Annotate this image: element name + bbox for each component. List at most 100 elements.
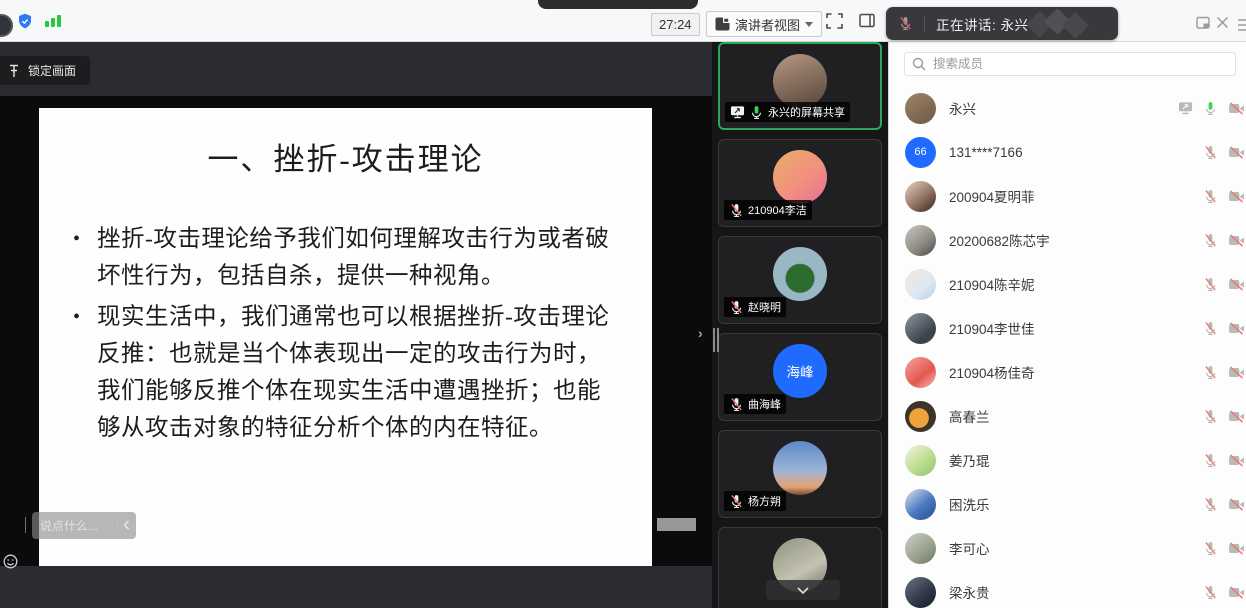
mic-muted-icon	[1203, 497, 1218, 512]
member-status-icons[interactable]	[1203, 365, 1245, 380]
network-signal-icon[interactable]	[45, 15, 61, 27]
menu-icon[interactable]	[1238, 19, 1246, 31]
participant-avatar	[773, 54, 827, 108]
camera-muted-icon	[1228, 410, 1245, 423]
close-icon[interactable]	[1216, 16, 1229, 29]
participant-thumbnail[interactable]: 赵晓明	[718, 236, 882, 324]
mic-muted-icon	[729, 397, 744, 412]
security-shield-icon[interactable]	[17, 13, 33, 30]
member-status-icons[interactable]	[1203, 189, 1245, 204]
camera-muted-icon	[1228, 190, 1245, 203]
mic-on-icon	[1203, 101, 1218, 116]
search-members-input[interactable]	[904, 52, 1236, 76]
floating-toolbar	[538, 0, 698, 9]
member-status-icons[interactable]	[1203, 409, 1245, 424]
layout-icon	[715, 17, 730, 31]
mic-muted-icon	[729, 300, 744, 315]
member-status-icons[interactable]	[1203, 145, 1245, 160]
participant-thumbnail[interactable]: 海峰曲海峰	[718, 333, 882, 421]
member-avatar	[905, 269, 936, 300]
chevron-down-icon	[805, 22, 813, 27]
popout-panel-icon[interactable]	[1196, 16, 1211, 30]
thumbnail-name-label: 杨方朔	[724, 491, 786, 511]
member-row[interactable]: 永兴	[889, 86, 1246, 130]
member-status-icons[interactable]	[1203, 277, 1245, 292]
participant-thumbnail[interactable]: 210904李洁	[718, 139, 882, 227]
emoji-icon[interactable]	[3, 554, 18, 569]
member-row[interactable]: 66131****7166	[889, 130, 1246, 174]
member-status-icons[interactable]	[1203, 321, 1245, 336]
scroll-down-button[interactable]	[766, 580, 840, 600]
member-row[interactable]: 高春兰	[889, 394, 1246, 438]
participant-name: 杨方朔	[748, 493, 781, 509]
member-row[interactable]: 梁永贵	[889, 570, 1246, 608]
meeting-timer: 27:24	[651, 13, 700, 36]
member-list: 永兴66131****7166200904夏明菲20200682陈芯宇21090…	[889, 86, 1246, 608]
lock-view-button[interactable]: 锁定画面	[0, 56, 90, 85]
divider	[924, 16, 925, 32]
member-status-icons[interactable]	[1203, 233, 1245, 248]
member-row[interactable]: 李可心	[889, 526, 1246, 570]
member-avatar	[905, 357, 936, 388]
mic-muted-icon	[1203, 365, 1218, 380]
member-avatar	[905, 533, 936, 564]
participant-thumbnail[interactable]: 杨方朔	[718, 430, 882, 518]
fullscreen-icon[interactable]	[826, 13, 843, 29]
chat-placeholder: 说点什么...	[40, 517, 115, 534]
participant-name: 永兴的屏幕共享	[768, 104, 845, 120]
pin-icon	[8, 64, 20, 78]
search-icon	[912, 57, 926, 71]
mic-muted-icon	[1203, 585, 1218, 600]
member-name: 210904杨佳奇	[949, 362, 1203, 382]
member-name: 李可心	[949, 538, 1203, 558]
thumbnail-name-label: 曲海峰	[724, 394, 786, 414]
member-row[interactable]: 210904杨佳奇	[889, 350, 1246, 394]
member-row[interactable]: 20200682陈芯宇	[889, 218, 1246, 262]
member-row[interactable]: 210904陈辛妮	[889, 262, 1246, 306]
sidebar-toggle-icon[interactable]	[859, 13, 875, 28]
camera-muted-icon	[1228, 234, 1245, 247]
member-row[interactable]: 困洗乐	[889, 482, 1246, 526]
member-status-icons[interactable]	[1203, 585, 1245, 600]
member-status-icons[interactable]	[1203, 497, 1245, 512]
member-name: 困洗乐	[949, 494, 1203, 514]
camera-muted-icon	[1228, 366, 1245, 379]
camera-muted-icon	[1228, 542, 1245, 555]
member-avatar	[905, 313, 936, 344]
member-row[interactable]: 210904李世佳	[889, 306, 1246, 350]
scrollbar-thumb[interactable]	[657, 518, 696, 531]
camera-muted-icon	[1228, 278, 1245, 291]
panel-splitter-handle[interactable]	[713, 328, 719, 352]
member-row[interactable]: 姜乃琨	[889, 438, 1246, 482]
chat-bar: 说点什么...	[3, 511, 136, 539]
member-status-icons[interactable]	[1178, 101, 1245, 116]
camera-muted-icon	[1228, 146, 1245, 159]
participant-thumbnail[interactable]: 永兴的屏幕共享	[718, 42, 882, 130]
camera-muted-icon	[1228, 586, 1245, 599]
screen-share-icon	[1178, 101, 1193, 115]
camera-muted-icon	[1228, 498, 1245, 511]
participant-avatar	[773, 150, 827, 204]
slide-bullet: 挫折-攻击理论给予我们如何理解攻击行为或者破坏性行为，包括自杀，提供一种视角。	[73, 221, 624, 295]
member-name: 永兴	[949, 98, 1178, 118]
view-mode-button[interactable]: 演讲者视图	[706, 11, 822, 37]
thumbnail-name-label: 赵晓明	[724, 297, 786, 317]
chat-input[interactable]: 说点什么...	[32, 512, 136, 539]
member-row[interactable]: 200904夏明菲	[889, 174, 1246, 218]
chevron-right-icon[interactable]: ›	[698, 325, 703, 341]
app-icon	[0, 14, 13, 37]
thumbnail-name-label: 210904李洁	[724, 200, 812, 220]
chevron-left-icon[interactable]	[123, 520, 130, 530]
member-status-icons[interactable]	[1203, 541, 1245, 556]
mic-muted-icon	[1203, 409, 1218, 424]
screen-share-icon	[730, 105, 745, 119]
shared-screen-stage: 一、挫折-攻击理论 挫折-攻击理论给予我们如何理解攻击行为或者破坏性行为，包括自…	[0, 42, 712, 608]
divider	[117, 518, 118, 532]
member-status-icons[interactable]	[1203, 453, 1245, 468]
slide-bullets: 挫折-攻击理论给予我们如何理解攻击行为或者破坏性行为，包括自杀，提供一种视角。 …	[39, 221, 652, 447]
member-avatar	[905, 181, 936, 212]
participant-avatar	[773, 247, 827, 301]
member-name: 高春兰	[949, 406, 1203, 426]
camera-muted-icon	[1228, 322, 1245, 335]
participant-thumbnail-strip: 永兴的屏幕共享 210904李洁赵晓明海峰曲海峰杨方朔	[712, 42, 888, 608]
